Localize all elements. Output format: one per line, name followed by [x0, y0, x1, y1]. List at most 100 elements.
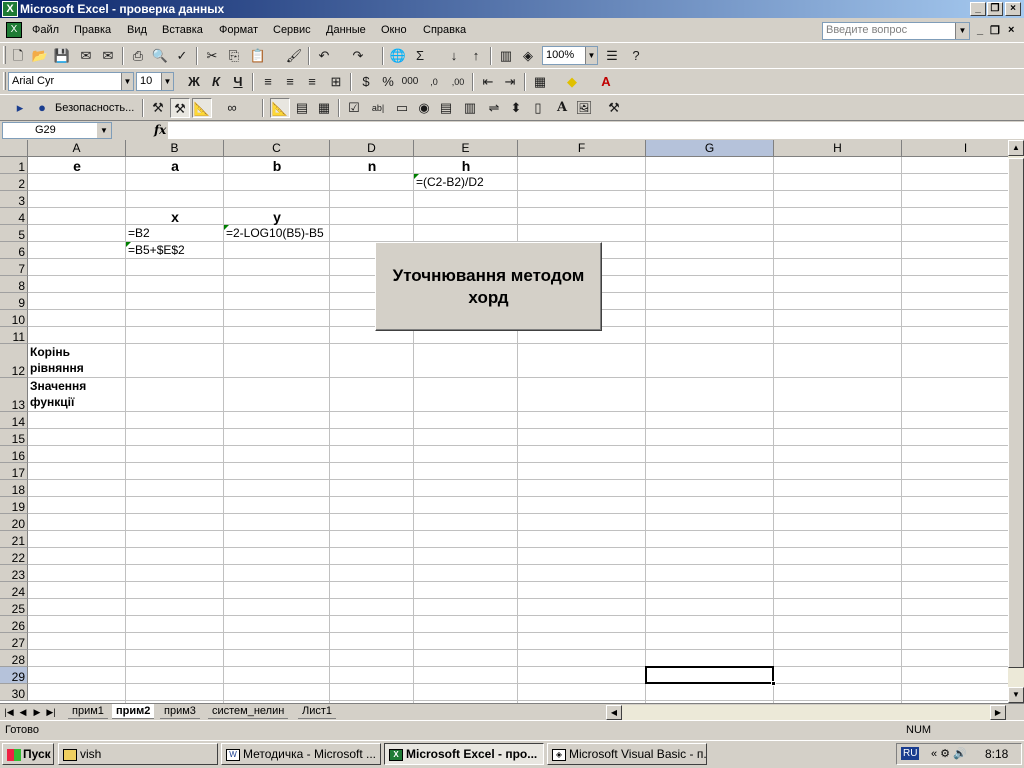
menu-file[interactable]: Файл [32, 24, 59, 36]
save-icon[interactable]: 💾 [52, 46, 72, 66]
align-left-icon[interactable]: ≡ [258, 72, 278, 92]
image-control-icon[interactable]: 🖼 [574, 98, 594, 118]
prev-sheet-icon[interactable]: ◀ [16, 705, 30, 719]
cell-e2[interactable]: =(C2-B2)/D2 [416, 175, 484, 189]
vertical-scrollbar[interactable]: ▲ ▼ [1008, 140, 1024, 703]
menu-edit[interactable]: Правка [74, 24, 111, 36]
task-visual-basic[interactable]: ◈ Microsoft Visual Basic - п... [547, 743, 707, 765]
row-header[interactable]: 16 [0, 446, 28, 463]
cell-b1[interactable]: a [126, 158, 224, 174]
row-header[interactable]: 6 [0, 242, 28, 259]
workbook-minimize-button[interactable]: _ [977, 24, 983, 36]
spelling-icon[interactable]: ✓ [172, 46, 192, 66]
view-code-icon[interactable]: ▦ [314, 98, 334, 118]
chevron-down-icon[interactable]: ▼ [97, 123, 111, 138]
column-header[interactable]: E [414, 140, 518, 157]
format-painter-icon[interactable]: 🖌 [284, 46, 304, 66]
select-all-corner[interactable] [0, 140, 28, 157]
design-mode-toggle-icon[interactable]: 📐 [270, 98, 290, 118]
comma-style-icon[interactable]: 000 [400, 72, 420, 92]
align-right-icon[interactable]: ≡ [302, 72, 322, 92]
align-center-icon[interactable]: ≡ [280, 72, 300, 92]
autosum-icon[interactable]: Σ [410, 46, 430, 66]
help-question-input[interactable]: Введите вопрос ▼ [822, 22, 970, 40]
permission-icon[interactable]: ✉ [76, 46, 96, 66]
control-toolbox-icon[interactable]: ⚒ [148, 98, 168, 118]
combobox-control-icon[interactable]: ▥ [460, 98, 480, 118]
sort-ascending-icon[interactable]: ↓ [444, 46, 464, 66]
cell-b5[interactable]: =B2 [128, 226, 150, 240]
tab-prim2[interactable]: прим2 [112, 704, 155, 719]
task-excel[interactable]: X Microsoft Excel - про... [384, 743, 544, 765]
increase-decimal-icon[interactable]: ,0 [424, 72, 444, 92]
row-header[interactable]: 8 [0, 276, 28, 293]
row-header[interactable]: 27 [0, 633, 28, 650]
row-header[interactable]: 15 [0, 429, 28, 446]
cell-a13[interactable]: Значення функції [30, 378, 124, 410]
decrease-decimal-icon[interactable]: ,00 [448, 72, 468, 92]
open-icon[interactable]: 📂 [30, 46, 50, 66]
menu-view[interactable]: Вид [127, 24, 147, 36]
formula-error-indicator[interactable] [126, 242, 131, 247]
scroll-right-icon[interactable]: ▶ [990, 705, 1006, 720]
chart-wizard-icon[interactable]: ▥ [496, 46, 516, 66]
paste-icon[interactable]: 📋 [248, 46, 268, 66]
formula-error-indicator[interactable] [414, 174, 419, 179]
hyperlink-icon[interactable]: 🌐 [388, 46, 408, 66]
menu-help[interactable]: Справка [423, 24, 466, 36]
fill-handle[interactable] [771, 681, 776, 686]
redo-icon[interactable]: ↷ [348, 46, 368, 66]
scrollbar-control-icon[interactable]: ▯ [528, 98, 548, 118]
security-label[interactable]: Безопасность... [55, 102, 134, 114]
font-select[interactable]: Arial Cyr ▼ [8, 72, 134, 91]
row-header[interactable]: 26 [0, 616, 28, 633]
borders-icon[interactable]: ▦ [530, 72, 550, 92]
spin-button-control-icon[interactable]: ⬍ [506, 98, 526, 118]
script-editor-icon[interactable]: ∞ [222, 98, 242, 118]
option-button-control-icon[interactable]: ◉ [414, 98, 434, 118]
chevron-down-icon[interactable]: ▼ [161, 73, 173, 90]
help-icon[interactable]: ? [626, 46, 646, 66]
selected-cell[interactable] [645, 666, 776, 686]
row-header[interactable]: 18 [0, 480, 28, 497]
toolbar-options-icon[interactable]: ☰ [602, 46, 622, 66]
increase-indent-icon[interactable]: ⇥ [500, 72, 520, 92]
drawing-icon[interactable]: ◈ [518, 46, 538, 66]
row-header[interactable]: 23 [0, 565, 28, 582]
row-header[interactable]: 9 [0, 293, 28, 310]
first-sheet-icon[interactable]: |◀ [2, 705, 16, 719]
menu-insert[interactable]: Вставка [162, 24, 203, 36]
column-header[interactable]: C [224, 140, 330, 157]
row-header[interactable]: 3 [0, 191, 28, 208]
row-header[interactable]: 29 [0, 667, 28, 684]
row-header[interactable]: 7 [0, 259, 28, 276]
next-sheet-icon[interactable]: ▶ [30, 705, 44, 719]
row-header[interactable]: 22 [0, 548, 28, 565]
listbox-control-icon[interactable]: ▤ [436, 98, 456, 118]
email-icon[interactable]: ✉ [98, 46, 118, 66]
new-icon[interactable]: 🗋 [8, 46, 28, 66]
vertical-scroll-thumb[interactable] [1008, 158, 1024, 668]
restore-button[interactable]: ❐ [987, 2, 1003, 16]
column-header[interactable]: B [126, 140, 224, 157]
cell-c1[interactable]: b [224, 158, 330, 174]
row-header[interactable]: 4 [0, 208, 28, 225]
print-preview-icon[interactable]: 🔍 [150, 46, 170, 66]
task-word-metodichka[interactable]: W Методичка - Microsoft ... [221, 743, 381, 765]
font-color-icon[interactable]: A [596, 72, 616, 92]
formula-error-indicator[interactable] [224, 225, 229, 230]
row-header[interactable]: 11 [0, 327, 28, 344]
scroll-up-icon[interactable]: ▲ [1008, 140, 1024, 156]
scroll-left-icon[interactable]: ◀ [606, 705, 622, 720]
security-icon[interactable]: ● [32, 98, 52, 118]
row-header[interactable]: 30 [0, 684, 28, 701]
fill-color-icon[interactable]: ◆ [562, 72, 582, 92]
properties-icon[interactable]: ▤ [292, 98, 312, 118]
toolbar-expand-icon[interactable]: ▸ [10, 98, 30, 118]
cell-a1[interactable]: e [28, 158, 126, 174]
percent-icon[interactable]: % [378, 72, 398, 92]
italic-button[interactable]: К [206, 72, 226, 92]
worksheet-grid[interactable]: ABCDEFGHI 1 2 3 4 5 6 7 8 9 10 11 12 13 14 15 16 17 18 19 2… [0, 140, 1008, 703]
cell-b6[interactable]: =B5+$E$2 [128, 243, 185, 257]
name-box[interactable]: G29 ▼ [2, 122, 112, 139]
